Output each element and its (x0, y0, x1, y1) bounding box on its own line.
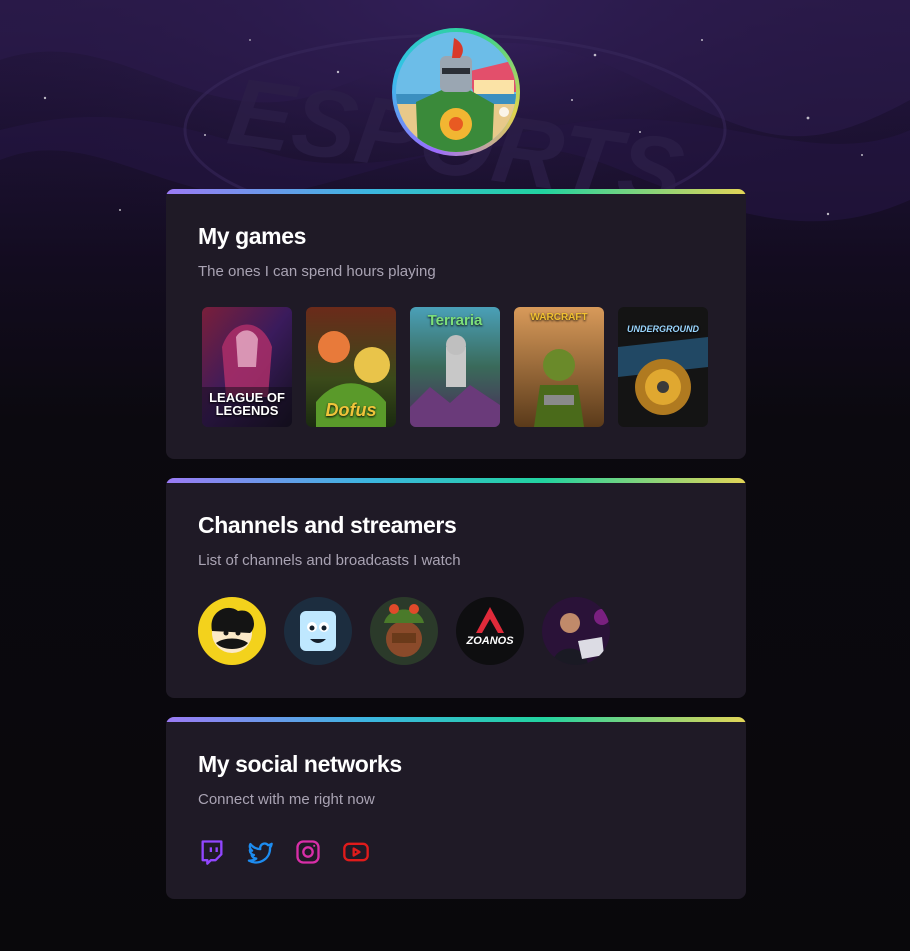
channels-card: Channels and streamers List of channels … (166, 478, 746, 698)
ice-cube-character-avatar-icon (284, 597, 352, 665)
twitter-link[interactable] (246, 838, 274, 866)
channel-avatar-frog-hat[interactable] (370, 597, 438, 665)
game-cover-nfs-underground[interactable]: UNDERGROUND (618, 307, 708, 427)
page: ESPORTS (0, 0, 910, 951)
zoanos-logo-avatar-icon: ZOANOS (456, 597, 524, 665)
knight-avatar-icon (396, 32, 516, 152)
twitch-icon (201, 840, 223, 865)
youtube-link[interactable] (342, 838, 370, 866)
twitter-icon (247, 842, 273, 864)
frog-hat-streamer-avatar-icon (370, 597, 438, 665)
games-list: LEAGUE OF LEGENDS Dofus Terraria WARCRAF… (198, 307, 714, 427)
game-cover-league-of-legends[interactable]: LEAGUE OF LEGENDS (202, 307, 292, 427)
channel-avatar-mustache[interactable] (198, 597, 266, 665)
social-links (198, 838, 714, 866)
game-cover-dofus[interactable]: Dofus (306, 307, 396, 427)
games-card-title: My games (198, 223, 307, 249)
instagram-icon (296, 840, 320, 864)
game-cover-warcraft[interactable]: WARCRAFT (514, 307, 604, 427)
game-caption: Terraria (427, 312, 483, 329)
youtube-icon (343, 842, 369, 862)
zoanos-label: ZOANOS (465, 635, 514, 647)
social-card-subtitle: Connect with me right now (198, 791, 375, 808)
games-card: My games The ones I can spend hours play… (166, 189, 746, 459)
streamer-at-laptop-avatar-icon (542, 597, 610, 665)
channel-avatar-zoanos[interactable]: ZOANOS (456, 597, 524, 665)
game-caption: WARCRAFT (530, 312, 588, 323)
game-caption: LEGENDS (215, 403, 279, 418)
channel-avatar-streamer-laptop[interactable] (542, 597, 610, 665)
channel-avatar-ice-cube[interactable] (284, 597, 352, 665)
channels-card-subtitle: List of channels and broadcasts I watch (198, 552, 461, 569)
social-card: My social networks Connect with me right… (166, 717, 746, 899)
channels-list: ZOANOS (198, 597, 714, 665)
instagram-link[interactable] (294, 838, 322, 866)
game-caption: UNDERGROUND (627, 324, 699, 334)
game-cover-terraria[interactable]: Terraria (410, 307, 500, 427)
game-caption: Dofus (325, 400, 377, 420)
profile-avatar (392, 28, 520, 156)
games-card-subtitle: The ones I can spend hours playing (198, 263, 436, 280)
mustache-character-avatar-icon (198, 597, 266, 665)
social-card-title: My social networks (198, 751, 402, 777)
twitch-link[interactable] (198, 838, 226, 866)
channels-card-title: Channels and streamers (198, 512, 457, 538)
